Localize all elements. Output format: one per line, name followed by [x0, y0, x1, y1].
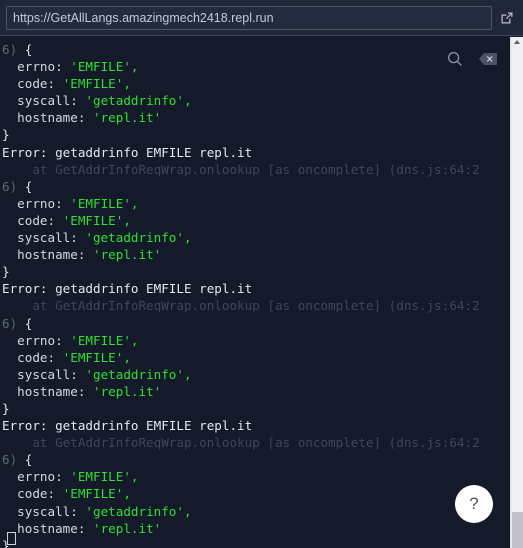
log-error-line: Error: getaddrinfo EMFILE repl.it [2, 144, 510, 161]
log-field-value: 'repl.it' [93, 520, 162, 536]
log-field: syscall: 'getaddrinfo', [2, 92, 510, 109]
log-brace-close: } [2, 127, 10, 143]
log-field-value: 'EMFILE', [70, 469, 139, 485]
log-field: syscall: 'getaddrinfo', [2, 229, 510, 246]
log-field-value: 'EMFILE', [70, 59, 139, 75]
log-field: errno: 'EMFILE', [2, 58, 510, 75]
log-brace-close: } [2, 400, 10, 416]
log-object-close: } [2, 126, 510, 143]
log-field-key: code: [2, 486, 63, 502]
log-brace-close: } [2, 264, 10, 280]
log-field-key: syscall: [2, 230, 86, 246]
scroll-up-arrow-icon[interactable] [514, 40, 520, 44]
log-field-key: code: [2, 349, 63, 365]
log-field: hostname: 'repl.it' [2, 109, 510, 126]
log-object-open: 6) { [2, 315, 510, 332]
log-field: syscall: 'getaddrinfo', [2, 366, 510, 383]
console-output-pane[interactable]: 6) { errno: 'EMFILE', code: 'EMFILE', sy… [0, 37, 510, 548]
console-log: 6) { errno: 'EMFILE', code: 'EMFILE', sy… [2, 41, 510, 548]
help-button[interactable]: ? [455, 485, 493, 523]
log-field-key: code: [2, 76, 63, 92]
log-brace-open: { [24, 42, 33, 57]
log-index: 6) [2, 452, 25, 468]
log-stack-text: at GetAddrInfoReqWrap.onlookup [as oncom… [2, 435, 480, 451]
log-object-close: } [2, 537, 510, 548]
log-stack-line: at GetAddrInfoReqWrap.onlookup [as oncom… [2, 161, 510, 178]
log-field: errno: 'EMFILE', [2, 195, 510, 212]
log-field-value: 'getaddrinfo', [85, 503, 192, 519]
log-stack-line: at GetAddrInfoReqWrap.onlookup [as oncom… [2, 434, 510, 451]
log-field: syscall: 'getaddrinfo', [2, 503, 510, 520]
log-index: 6) [2, 315, 25, 331]
external-link-icon [501, 12, 513, 23]
open-in-new-tab-button[interactable] [495, 6, 519, 30]
log-field-key: errno: [2, 59, 71, 75]
terminal-cursor [7, 532, 16, 545]
log-field-value: 'EMFILE', [62, 349, 131, 365]
log-field-key: code: [2, 212, 63, 228]
log-object-open: 6) { [2, 41, 510, 58]
clear-console-icon[interactable] [478, 49, 498, 69]
log-field-value: 'getaddrinfo', [85, 366, 192, 382]
log-field-key: hostname: [2, 383, 93, 399]
log-error-text: Error: getaddrinfo EMFILE repl.it [2, 418, 253, 434]
log-error-text: Error: getaddrinfo EMFILE repl.it [2, 144, 253, 160]
scrollbar-thumb[interactable] [512, 512, 523, 548]
log-field-value: 'EMFILE', [62, 486, 131, 502]
log-field: code: 'EMFILE', [2, 212, 510, 229]
log-error-text: Error: getaddrinfo EMFILE repl.it [2, 281, 253, 297]
log-field-key: hostname: [2, 110, 93, 126]
log-field: code: 'EMFILE', [2, 75, 510, 92]
log-field-value: 'repl.it' [93, 247, 162, 263]
log-object-close: } [2, 263, 510, 280]
log-field-value: 'EMFILE', [70, 195, 139, 211]
address-bar [0, 0, 523, 36]
log-field-key: syscall: [2, 93, 86, 109]
url-input[interactable] [6, 5, 492, 30]
log-field-key: errno: [2, 469, 71, 485]
log-field: code: 'EMFILE', [2, 485, 510, 502]
console-toolbar [445, 49, 498, 69]
log-object-open: 6) { [2, 451, 510, 468]
log-field-key: hostname: [2, 247, 93, 263]
log-field: hostname: 'repl.it' [2, 383, 510, 400]
log-object-open: 6) { [2, 178, 510, 195]
log-field-value: 'EMFILE', [62, 212, 131, 228]
log-stack-line: at GetAddrInfoReqWrap.onlookup [as oncom… [2, 297, 510, 314]
log-field-key: errno: [2, 195, 71, 211]
log-brace-open: { [24, 452, 33, 468]
log-index: 6) [2, 42, 25, 57]
log-error-line: Error: getaddrinfo EMFILE repl.it [2, 417, 510, 434]
log-stack-text: at GetAddrInfoReqWrap.onlookup [as oncom… [2, 161, 480, 177]
log-brace-open: { [24, 315, 33, 331]
log-field-value: 'EMFILE', [62, 76, 131, 92]
log-field-value: 'EMFILE', [70, 332, 139, 348]
log-error-line: Error: getaddrinfo EMFILE repl.it [2, 280, 510, 297]
log-index: 6) [2, 178, 25, 194]
log-field-key: syscall: [2, 503, 86, 519]
log-field: hostname: 'repl.it' [2, 246, 510, 263]
repl-browser-preview-pane: 6) { errno: 'EMFILE', code: 'EMFILE', sy… [0, 0, 523, 548]
log-stack-text: at GetAddrInfoReqWrap.onlookup [as oncom… [2, 298, 480, 314]
log-field-value: 'repl.it' [93, 383, 162, 399]
log-field-value: 'getaddrinfo', [85, 93, 192, 109]
log-field-value: 'repl.it' [93, 110, 162, 126]
log-field: code: 'EMFILE', [2, 349, 510, 366]
log-field-key: syscall: [2, 366, 86, 382]
log-brace-open: { [24, 178, 33, 194]
log-field: errno: 'EMFILE', [2, 468, 510, 485]
log-field-key: errno: [2, 332, 71, 348]
log-field: hostname: 'repl.it' [2, 520, 510, 537]
search-icon[interactable] [445, 49, 465, 69]
log-object-close: } [2, 400, 510, 417]
log-field: errno: 'EMFILE', [2, 332, 510, 349]
page-scrollbar[interactable] [510, 37, 523, 548]
log-field-value: 'getaddrinfo', [85, 230, 192, 246]
